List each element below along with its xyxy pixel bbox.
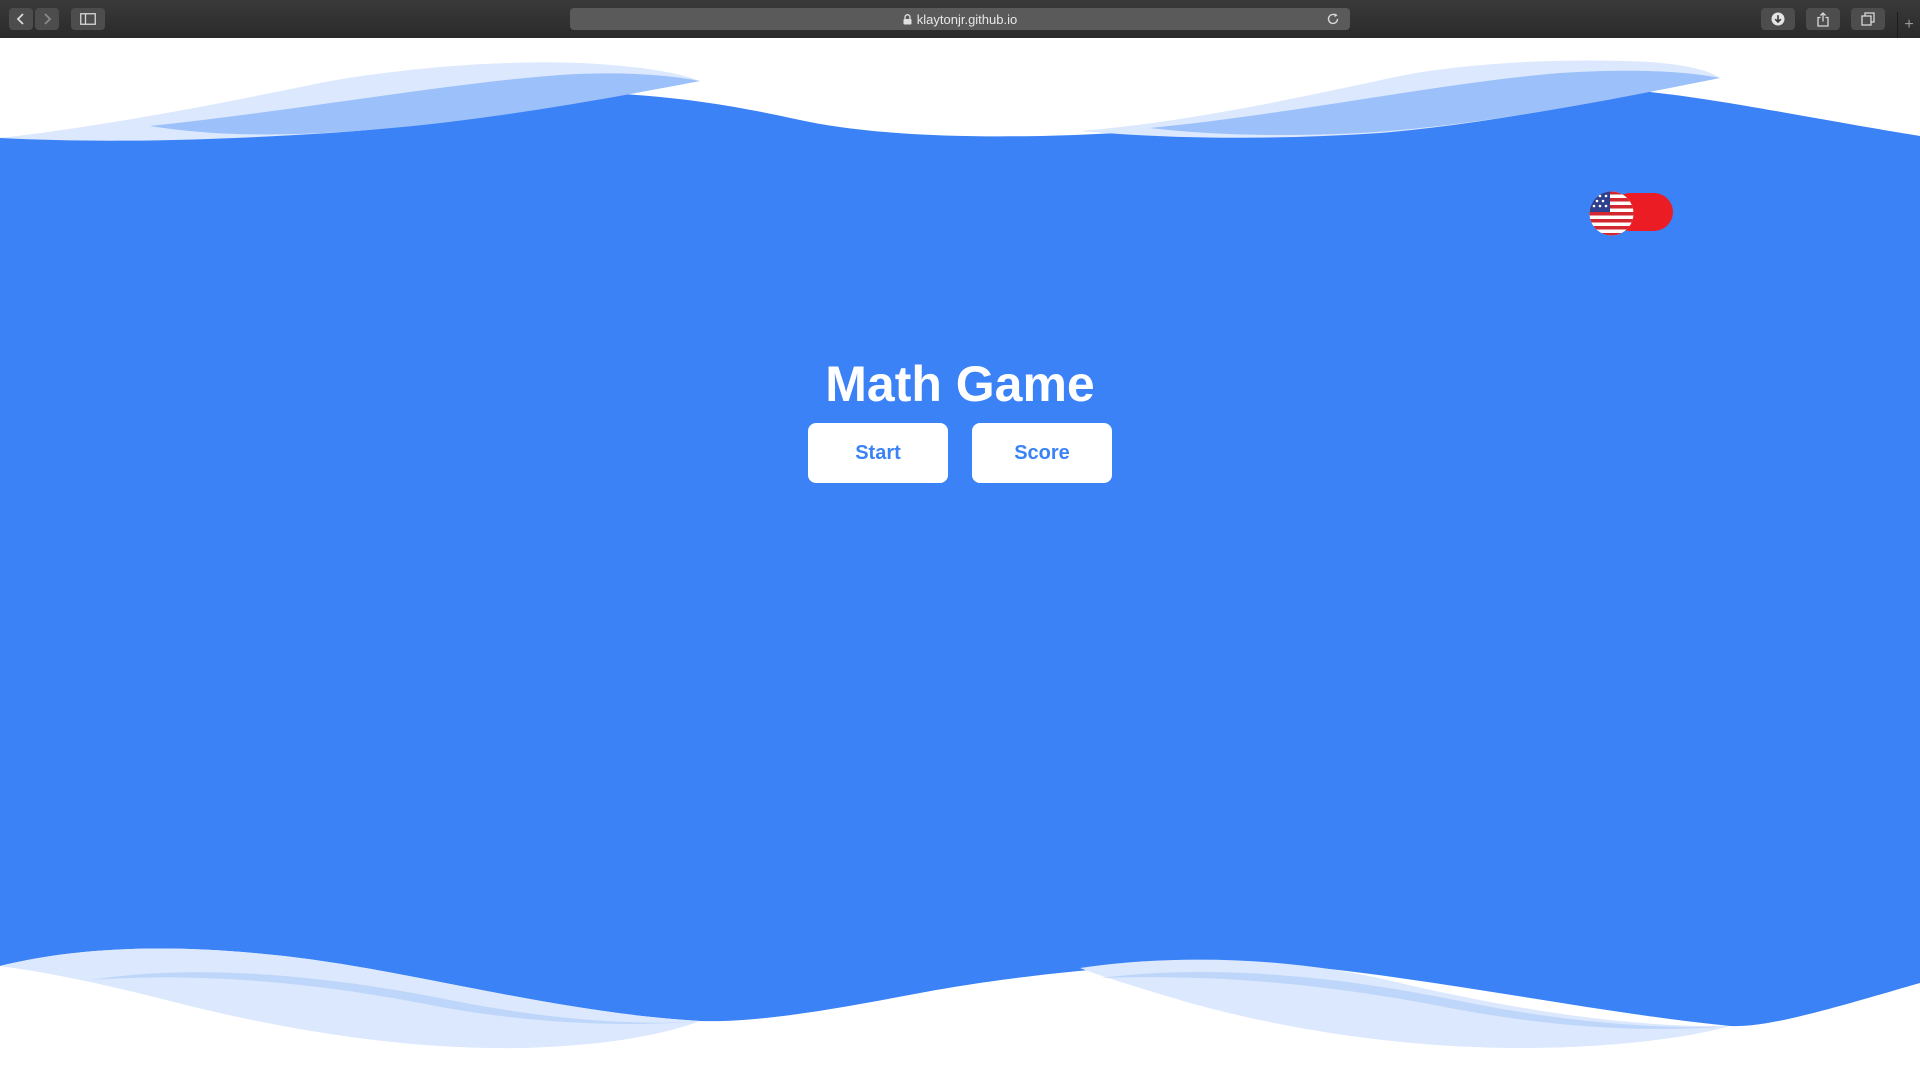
browser-toolbar: klaytonjr.github.io +	[0, 0, 1920, 39]
forward-button[interactable]	[35, 8, 59, 30]
chevron-left-icon	[16, 13, 24, 25]
share-button[interactable]	[1806, 8, 1840, 30]
sidebar-icon	[80, 13, 96, 25]
share-icon	[1817, 11, 1829, 27]
url-text: klaytonjr.github.io	[916, 11, 1018, 27]
start-button[interactable]: Start	[808, 423, 948, 483]
sidebar-button[interactable]	[71, 8, 105, 30]
us-flag-icon	[1589, 191, 1634, 236]
lock-icon	[903, 13, 912, 25]
score-button[interactable]: Score	[972, 423, 1112, 483]
reload-button[interactable]	[1326, 12, 1340, 26]
back-button[interactable]	[9, 8, 33, 30]
chevron-right-icon	[44, 13, 52, 25]
tabs-overview-button[interactable]	[1851, 8, 1885, 30]
page-viewport: Math Game Start Score	[0, 38, 1920, 1080]
new-tab-button[interactable]: +	[1897, 12, 1920, 38]
language-toggle[interactable]	[1589, 191, 1673, 236]
tabs-overview-icon	[1861, 12, 1875, 26]
download-icon	[1771, 12, 1785, 26]
address-bar[interactable]: klaytonjr.github.io	[570, 8, 1350, 30]
reload-icon	[1327, 13, 1339, 25]
downloads-button[interactable]	[1761, 8, 1795, 30]
page-title: Math Game	[825, 356, 1095, 412]
